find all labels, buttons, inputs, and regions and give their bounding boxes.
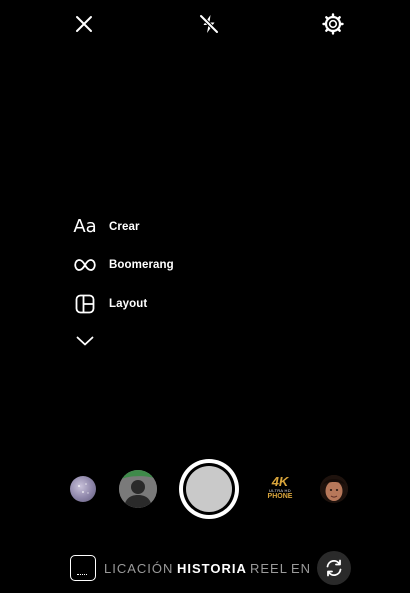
mode-historia[interactable]: HISTORIA bbox=[177, 561, 247, 576]
effect-thumbnail-face[interactable] bbox=[320, 475, 348, 503]
layout-button[interactable]: Layout bbox=[70, 289, 147, 319]
infinity-icon bbox=[74, 258, 96, 272]
settings-button[interactable] bbox=[317, 8, 349, 40]
flash-off-icon bbox=[198, 13, 220, 35]
layout-icon bbox=[75, 294, 95, 314]
effect-thumbnail-1[interactable] bbox=[70, 476, 96, 502]
capture-button[interactable] bbox=[179, 459, 239, 519]
boomerang-button[interactable]: Boomerang bbox=[70, 250, 174, 280]
mode-en-vivo[interactable]: EN bbox=[291, 561, 311, 576]
text-aa-icon: Aa bbox=[73, 216, 97, 237]
create-mode-label: Crear bbox=[109, 221, 140, 233]
chevron-down-icon bbox=[76, 336, 94, 346]
close-icon bbox=[75, 15, 93, 33]
gallery-thumbnail-icon bbox=[77, 574, 87, 577]
boomerang-label: Boomerang bbox=[109, 259, 174, 271]
face-avatar-icon bbox=[320, 475, 348, 503]
effect-4k-title: 4K bbox=[271, 474, 289, 489]
more-tools-button[interactable] bbox=[70, 326, 100, 356]
sparkle-icon bbox=[78, 483, 89, 494]
flip-camera-icon bbox=[324, 558, 344, 578]
close-button[interactable] bbox=[68, 8, 100, 40]
settings-icon bbox=[322, 13, 344, 35]
mode-publicacion[interactable]: LICACIÓN bbox=[104, 561, 173, 576]
create-mode-button[interactable]: Aa Crear bbox=[70, 212, 140, 242]
flip-camera-button[interactable] bbox=[317, 551, 351, 585]
layout-label: Layout bbox=[109, 298, 148, 310]
mode-reel[interactable]: REEL bbox=[250, 561, 288, 576]
effect-4k-badge[interactable]: 4K ULTRA HD PHONE bbox=[262, 474, 298, 502]
person-avatar-icon bbox=[119, 470, 157, 508]
effect-thumbnail-2[interactable] bbox=[119, 470, 157, 508]
flash-toggle-button[interactable] bbox=[193, 8, 225, 40]
gallery-button[interactable] bbox=[70, 555, 96, 581]
effect-4k-line2: PHONE bbox=[267, 493, 293, 500]
